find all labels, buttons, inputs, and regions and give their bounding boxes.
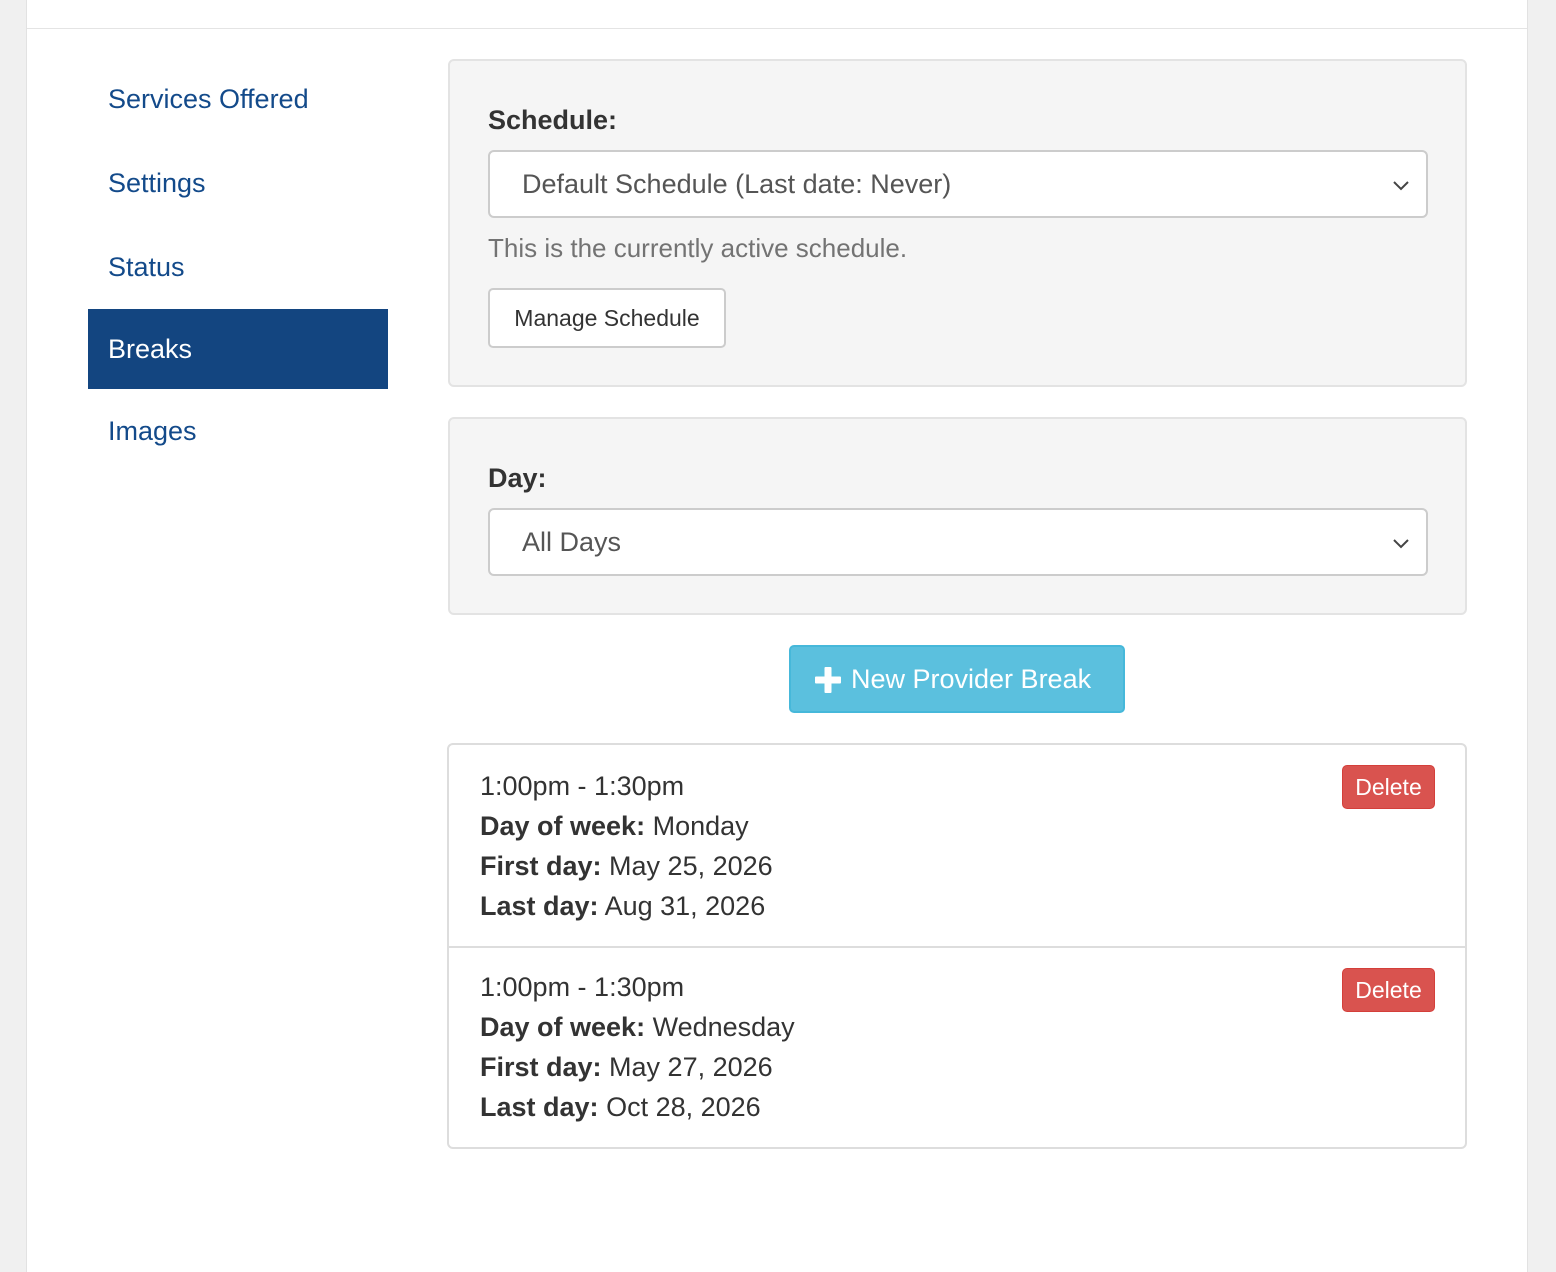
break-first-day: First day: May 27, 2026 [480, 1052, 773, 1083]
break-last-day-label: Last day: [480, 1092, 599, 1122]
sidebar-item-settings[interactable]: Settings [88, 141, 388, 225]
schedule-select[interactable]: Default Schedule (Last date: Never) [488, 150, 1428, 218]
break-day-of-week-value: Wednesday [652, 1012, 795, 1042]
new-provider-break-label: New Provider Break [851, 664, 1092, 694]
schedule-label: Schedule: [488, 105, 618, 135]
schedule-panel: Schedule: Default Schedule (Last date: N… [448, 59, 1467, 387]
break-last-day-value: Aug 31, 2026 [604, 891, 766, 921]
day-panel: Day: All Days [448, 417, 1467, 615]
break-first-day-label: First day: [480, 1052, 602, 1082]
schedule-help-text: This is the currently active schedule. [488, 233, 908, 263]
break-last-day: Last day: Oct 28, 2026 [480, 1092, 761, 1123]
sidebar-nav: Services Offered Settings Status Breaks … [88, 57, 388, 473]
break-day-of-week-label: Day of week: [480, 811, 646, 841]
break-first-day-value: May 25, 2026 [609, 851, 773, 881]
list-item: 1:00pm - 1:30pm Day of week: Monday Firs… [449, 745, 1465, 946]
schedule-select-value: Default Schedule (Last date: Never) [522, 169, 952, 199]
break-first-day: First day: May 25, 2026 [480, 851, 773, 882]
break-first-day-value: May 27, 2026 [609, 1052, 773, 1082]
new-provider-break-button[interactable]: New Provider Break [789, 645, 1125, 713]
break-day-of-week-value: Monday [652, 811, 749, 841]
day-select-value: All Days [522, 527, 622, 557]
chevron-down-icon [1393, 539, 1409, 549]
break-last-day: Last day: Aug 31, 2026 [480, 891, 765, 922]
sidebar-item-breaks[interactable]: Breaks [88, 309, 388, 389]
day-label: Day: [488, 463, 547, 493]
break-day-of-week: Day of week: Wednesday [480, 1012, 795, 1043]
plus-icon [815, 667, 841, 693]
top-bar [27, 0, 1527, 29]
sidebar-item-images[interactable]: Images [88, 389, 388, 473]
break-first-day-label: First day: [480, 851, 602, 881]
break-last-day-label: Last day: [480, 891, 599, 921]
break-day-of-week-label: Day of week: [480, 1012, 646, 1042]
manage-schedule-button[interactable]: Manage Schedule [488, 288, 726, 348]
break-last-day-value: Oct 28, 2026 [606, 1092, 761, 1122]
chevron-down-icon [1393, 181, 1409, 191]
day-select[interactable]: All Days [488, 508, 1428, 576]
delete-button[interactable]: Delete [1342, 968, 1435, 1012]
delete-button[interactable]: Delete [1342, 765, 1435, 809]
list-item: 1:00pm - 1:30pm Day of week: Wednesday F… [449, 946, 1465, 1147]
break-time: 1:00pm - 1:30pm [480, 771, 685, 801]
breaks-list: 1:00pm - 1:30pm Day of week: Monday Firs… [447, 743, 1467, 1149]
break-time: 1:00pm - 1:30pm [480, 972, 685, 1002]
sidebar-item-status[interactable]: Status [88, 225, 388, 309]
sidebar-item-services-offered[interactable]: Services Offered [88, 57, 388, 141]
break-day-of-week: Day of week: Monday [480, 811, 749, 842]
